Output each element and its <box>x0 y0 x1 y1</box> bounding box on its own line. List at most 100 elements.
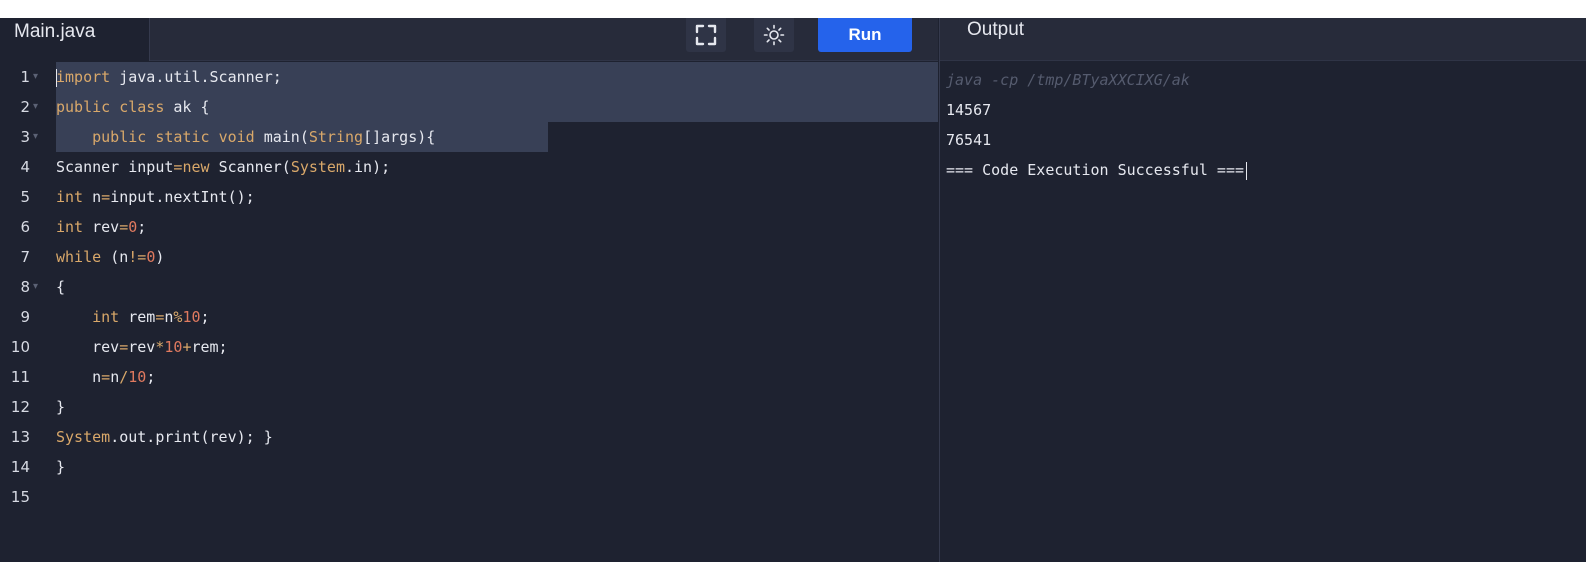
file-tab-main-java[interactable]: Main.java <box>0 18 150 61</box>
code-token: / <box>119 368 129 386</box>
code-token: String <box>308 128 364 146</box>
code-token: = <box>119 218 129 236</box>
fullscreen-icon <box>695 24 717 46</box>
fold-arrow-icon[interactable]: ▾ <box>33 92 38 122</box>
output-header: Output <box>940 18 1586 61</box>
fold-arrow-icon[interactable]: ▾ <box>33 272 38 302</box>
code-text: public class ak { <box>56 92 210 122</box>
code-token: import <box>56 68 111 86</box>
editor-toolbar: Main.java Run <box>0 18 938 61</box>
code-line: 3 ▾ public static void main(String[]args)… <box>0 122 938 152</box>
code-token: Scanner input <box>56 158 174 176</box>
output-line: 14567 <box>946 101 992 119</box>
code-token: 10 <box>182 308 201 326</box>
line-number: 15 <box>10 488 30 506</box>
line-number: 14 <box>10 458 30 476</box>
code-editor-pane: Main.java Run 1 ▾ import java.util.Scann… <box>0 18 938 562</box>
code-token: new <box>182 158 210 176</box>
code-token: public <box>56 98 111 116</box>
code-token: static <box>155 128 210 146</box>
code-line: 4 Scanner input=new Scanner(System.in); <box>0 152 938 182</box>
code-token: } <box>56 398 66 416</box>
code-line: 10 rev=rev*10+rem; <box>0 332 938 362</box>
code-token: ak { <box>173 98 210 116</box>
line-number: 8 <box>20 278 30 296</box>
run-button[interactable]: Run <box>818 18 912 52</box>
code-text: { <box>56 272 65 302</box>
line-number: 3 <box>20 128 30 146</box>
code-token: } <box>56 458 66 476</box>
code-token: = <box>101 188 111 206</box>
line-number: 5 <box>20 188 30 206</box>
line-number: 13 <box>10 428 30 446</box>
code-text: n=n/10; <box>56 362 155 392</box>
code-line: 9 int rem=n%10; <box>0 302 938 332</box>
code-text: } <box>56 452 65 482</box>
code-token: n <box>56 368 102 386</box>
code-token: input.nextInt(); <box>110 188 255 206</box>
code-token: n <box>92 188 102 206</box>
code-token: .in); <box>345 158 391 176</box>
code-line: 8 ▾ { <box>0 272 938 302</box>
line-number: 9 <box>20 308 30 326</box>
code-token: public <box>92 128 147 146</box>
line-number: 10 <box>10 338 30 356</box>
code-line: 1 ▾ import java.util.Scanner; <box>0 62 938 92</box>
code-line: 11 n=n/10; <box>0 362 938 392</box>
code-token: 10 <box>164 338 183 356</box>
line-number: 2 <box>20 98 30 116</box>
code-line: 7 while (n!=0) <box>0 242 938 272</box>
code-token: rev <box>56 338 120 356</box>
line-number: 11 <box>10 368 30 386</box>
output-cursor <box>1246 161 1248 180</box>
code-text: while (n!=0) <box>56 242 164 272</box>
code-text: Scanner input=new Scanner(System.in); <box>56 152 390 182</box>
code-line: 2 ▾ public class ak { <box>0 92 938 122</box>
code-token: .out.print(rev); } <box>110 428 273 446</box>
code-token: != <box>128 248 147 266</box>
code-text: rev=rev*10+rem; <box>56 332 228 362</box>
code-token: ; <box>200 308 210 326</box>
code-token: java.util.Scanner; <box>119 68 282 86</box>
code-token: rev <box>92 218 120 236</box>
code-token: 0 <box>128 218 138 236</box>
code-token: = <box>101 368 111 386</box>
code-token: int <box>56 188 84 206</box>
fold-arrow-icon[interactable]: ▾ <box>33 122 38 152</box>
code-token: ; <box>146 368 156 386</box>
online-java-compiler: Main.java Run 1 ▾ import java.util.Scann… <box>0 18 1586 562</box>
output-status-text: === Code Execution Successful === <box>946 161 1245 179</box>
output-line: === Code Execution Successful === <box>946 155 1248 185</box>
code-text: int rev=0; <box>56 212 146 242</box>
code-text-area[interactable]: 1 ▾ import java.util.Scanner; 2 ▾ public clas… <box>0 62 938 562</box>
code-token: []args){ <box>363 128 436 146</box>
code-token: = <box>119 338 129 356</box>
line-number: 6 <box>20 218 30 236</box>
line-number: 1 <box>20 68 30 86</box>
output-line: 76541 <box>946 131 992 149</box>
code-line: 14} <box>0 452 938 482</box>
code-text: import java.util.Scanner; <box>56 62 282 92</box>
output-title: Output <box>967 19 1025 40</box>
line-number: 7 <box>20 248 30 266</box>
code-token: System <box>290 158 345 176</box>
fold-arrow-icon[interactable]: ▾ <box>33 62 38 92</box>
code-text: int rem=n%10; <box>56 302 210 332</box>
code-token: { <box>56 278 66 296</box>
code-token: ) <box>155 248 165 266</box>
code-token: n <box>110 368 120 386</box>
code-line: 12} <box>0 392 938 422</box>
code-token: while <box>56 248 102 266</box>
code-token: rem; <box>191 338 228 356</box>
code-text: int n=input.nextInt(); <box>56 182 255 212</box>
code-line: 6 int rev=0; <box>0 212 938 242</box>
code-text: public static void main(String[]args){ <box>56 122 435 152</box>
theme-toggle-button[interactable] <box>754 18 794 52</box>
code-token: ; <box>137 218 147 236</box>
output-pane: Output java -cp /tmp/BTyaXXCIXG/ak 14567… <box>939 18 1586 562</box>
code-text: } <box>56 392 65 422</box>
code-line: 5 int n=input.nextInt(); <box>0 182 938 212</box>
code-token: main( <box>263 128 309 146</box>
fullscreen-button[interactable] <box>686 18 726 52</box>
